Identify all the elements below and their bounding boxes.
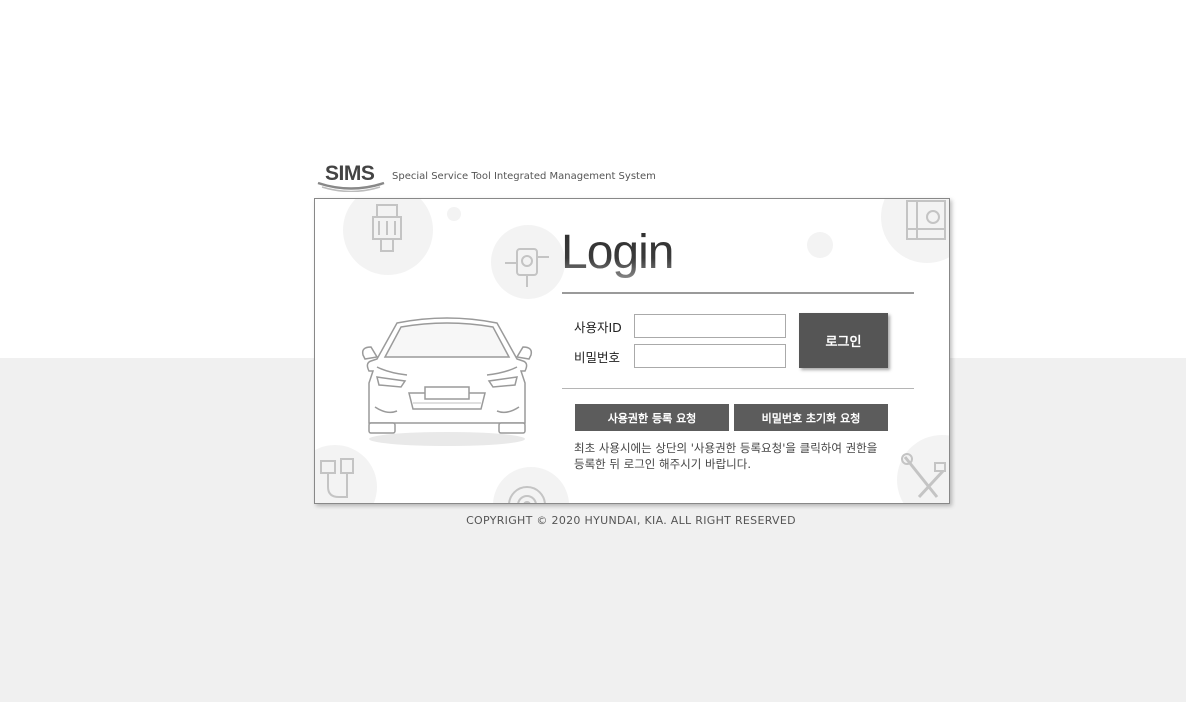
first-use-note: 최초 사용시에는 상단의 '사용권한 등록요청'을 클릭하여 권한을 등록한 뒤…	[574, 440, 904, 472]
login-button[interactable]: 로그인	[799, 313, 888, 368]
deco-dot	[447, 207, 461, 221]
cable-connector-icon	[320, 458, 354, 498]
login-card: Login 사용자ID 비밀번호 로그인 사용권한 등록 요청 비밀번호 초기화…	[314, 198, 950, 504]
note-line: 등록한 뒤 로그인 해주시기 바랍니다.	[574, 457, 751, 471]
register-permission-button[interactable]: 사용권한 등록 요청	[575, 404, 729, 431]
sensor-part-icon	[505, 248, 549, 287]
gear-wheel-icon	[508, 486, 546, 503]
user-id-input[interactable]	[634, 314, 786, 338]
machine-part-icon	[906, 200, 946, 240]
divider	[562, 388, 914, 389]
engine-part-icon	[372, 204, 402, 252]
header: SIMS Special Service Tool Integrated Man…	[316, 160, 716, 192]
tool-wrench-icon	[901, 453, 946, 499]
deco-dot	[807, 232, 833, 258]
password-label: 비밀번호	[574, 350, 621, 365]
divider	[562, 292, 914, 294]
system-subtitle: Special Service Tool Integrated Manageme…	[392, 171, 656, 182]
password-input[interactable]	[634, 344, 786, 368]
login-title: Login	[561, 226, 674, 279]
sims-logo-swoosh-icon	[317, 181, 385, 192]
reset-password-button[interactable]: 비밀번호 초기화 요청	[734, 404, 888, 431]
car-front-icon	[361, 317, 533, 446]
user-id-label: 사용자ID	[574, 320, 622, 335]
note-line: 최초 사용시에는 상단의 '사용권한 등록요청'을 클릭하여 권한을	[574, 441, 878, 455]
copyright: COPYRIGHT © 2020 HYUNDAI, KIA. ALL RIGHT…	[466, 514, 796, 527]
